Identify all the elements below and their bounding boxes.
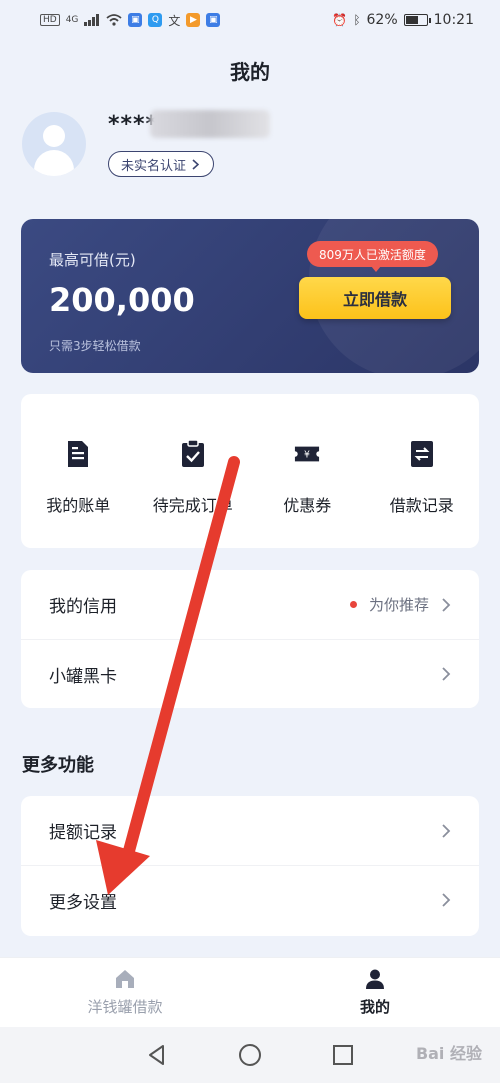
battery-level	[405, 16, 418, 24]
row-label: 更多设置	[49, 892, 117, 913]
username-blur-mask	[150, 110, 270, 138]
credit-list-card: 我的信用 为你推荐 小罐黑卡	[21, 570, 479, 708]
recommend-text: 为你推荐	[368, 596, 429, 614]
quick-item-bill[interactable]: 我的账单	[21, 394, 136, 548]
verify-badge-label: 未实名认证	[121, 158, 187, 174]
loan-card: 最高可借(元) 200,000 只需3步轻松借款 809万人已激活额度 立即借款	[21, 219, 479, 373]
battery-icon	[403, 14, 431, 26]
row-label: 我的信用	[49, 597, 117, 617]
quick-item-label: 待完成订单	[152, 496, 233, 515]
search-app-icon: Q	[148, 13, 163, 27]
page-title: 我的	[230, 60, 270, 84]
row-my-credit[interactable]: 我的信用 为你推荐	[21, 570, 479, 639]
chevron-right-icon	[442, 893, 451, 907]
alarm-icon: ⏰	[332, 13, 348, 27]
translate-icon: 文	[168, 13, 181, 28]
loan-label: 最高可借(元)	[49, 251, 136, 269]
video-app-icon: ▶	[186, 13, 201, 27]
back-icon[interactable]	[145, 1043, 169, 1067]
recommend-dot	[349, 601, 357, 608]
avatar[interactable]	[22, 112, 86, 176]
watermark: Bai 经验	[415, 1044, 482, 1063]
row-black-card[interactable]: 小罐黑卡	[21, 639, 479, 708]
chevron-right-icon	[442, 667, 451, 681]
home-icon	[116, 970, 134, 988]
status-right: ⏰ ᛒ 62% 10:21	[332, 12, 474, 28]
row-label: 小罐黑卡	[49, 666, 117, 687]
quick-item-label: 优惠券	[283, 496, 332, 515]
hd-badge: HD	[40, 14, 60, 26]
chevron-right-icon	[442, 823, 451, 838]
quick-actions-card: 我的账单 待完成订单 ¥ 优惠券 借款记录	[21, 394, 479, 548]
chevron-right-icon	[192, 158, 200, 170]
chevron-right-icon	[442, 597, 451, 612]
tab-label: 洋钱罐借款	[87, 998, 163, 1016]
quick-item-label: 我的账单	[46, 496, 111, 515]
tab-loan-home[interactable]: 洋钱罐借款	[0, 958, 250, 1027]
exchange-record-icon	[410, 441, 433, 467]
clipboard-check-icon	[181, 440, 204, 467]
status-left: HD 4G ▣ Q 文 ▶ ▣	[40, 12, 221, 29]
app-notification-icon: ▣	[128, 13, 143, 27]
wifi-icon	[106, 14, 122, 26]
network-label: 4G	[65, 15, 79, 25]
quick-item-loan-record[interactable]: 借款记录	[365, 394, 480, 548]
row-label: 提额记录	[49, 823, 117, 843]
battery-percent: 62%	[366, 12, 398, 28]
borrow-now-button[interactable]: 立即借款	[299, 277, 451, 319]
clock: 10:21	[433, 12, 474, 28]
tab-label: 我的	[359, 998, 390, 1016]
activated-bubble: 809万人已激活额度	[307, 241, 438, 272]
avatar-head	[43, 125, 65, 147]
tab-mine[interactable]: 我的	[250, 958, 500, 1027]
svg-text:¥: ¥	[304, 450, 310, 461]
home-nav-icon[interactable]	[238, 1043, 262, 1067]
status-bar: HD 4G ▣ Q 文 ▶ ▣ ⏰ ᛒ 62% 10:21	[0, 0, 500, 40]
quick-item-label: 借款记录	[389, 496, 454, 515]
row-right: 为你推荐	[349, 594, 451, 615]
loan-note: 只需3步轻松借款	[49, 339, 141, 353]
bluetooth-icon: ᛒ	[353, 13, 361, 27]
quick-item-coupon[interactable]: ¥ 优惠券	[250, 394, 365, 548]
verify-badge[interactable]: 未实名认证	[108, 151, 215, 177]
row-limit-record[interactable]: 提额记录	[21, 796, 479, 865]
signal-icon	[84, 14, 100, 26]
row-more-settings[interactable]: 更多设置	[21, 865, 479, 934]
person-icon	[366, 969, 384, 989]
avatar-body	[34, 150, 74, 176]
section-title-more: 更多功能	[22, 755, 94, 776]
loan-amount: 200,000	[49, 281, 195, 319]
quick-item-pending-orders[interactable]: 待完成订单	[136, 394, 251, 548]
recents-icon[interactable]	[331, 1043, 355, 1067]
bag-app-icon: ▣	[206, 13, 221, 27]
bill-icon	[68, 441, 89, 467]
coupon-icon: ¥	[295, 446, 320, 462]
more-functions-card: 提额记录 更多设置	[21, 796, 479, 936]
bottom-tab-bar: 洋钱罐借款 我的	[0, 957, 500, 1027]
